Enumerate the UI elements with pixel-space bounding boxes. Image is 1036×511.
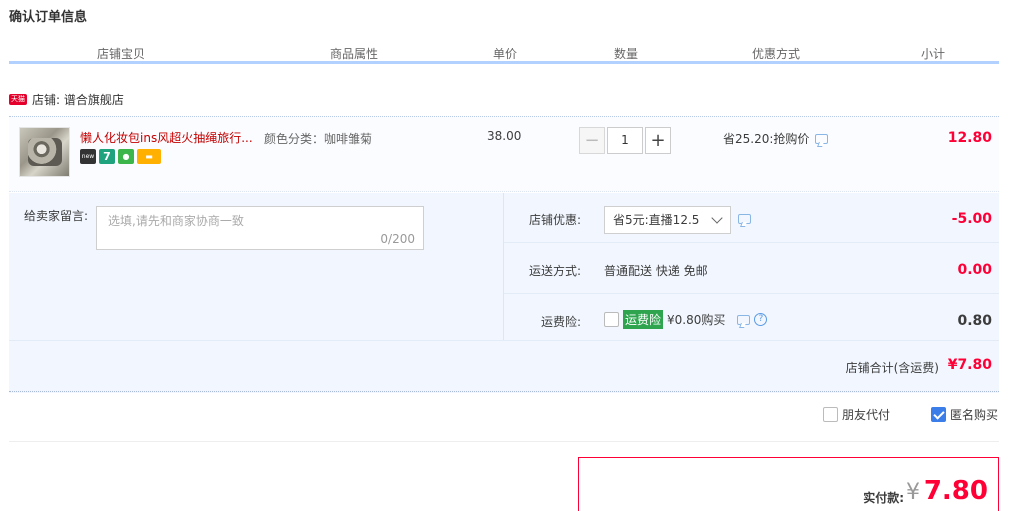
chevron-down-icon bbox=[711, 212, 723, 224]
tmall-icon: 天猫 bbox=[9, 93, 27, 105]
insurance-row: 运费险: 运费险 ¥0.80购买 ? 0.80 bbox=[504, 295, 999, 340]
decrease-quantity-button[interactable]: − bbox=[579, 127, 605, 154]
product-attribute: 颜色分类：咖啡雏菊 bbox=[264, 132, 373, 146]
insurance-tag: 运费险 bbox=[623, 310, 664, 329]
shop-discount-row: 店铺优惠: 省5元:直播12.5 -5.00 bbox=[504, 193, 999, 243]
shipping-row: 运送方式: 普通配送 快递 免邮 0.00 bbox=[504, 244, 999, 294]
memo-textarea[interactable]: 选填,请先和商家协商一致 0/200 bbox=[96, 206, 424, 250]
item-promo: 省25.20:抢购价 bbox=[723, 130, 829, 147]
friend-pay-option[interactable]: 朋友代付 bbox=[823, 406, 890, 423]
order-item-row: 懒人化妆包ins风超火抽绳旅行... new 7 ● ▬ 颜色分类：咖啡雏菊 3… bbox=[9, 116, 999, 192]
shop-total-row: 店铺合计(含运费) ¥7.80 bbox=[9, 340, 999, 392]
shipping-method: 普通配送 快递 免邮 bbox=[604, 264, 708, 278]
shop-total-label: 店铺合计(含运费) bbox=[845, 361, 939, 375]
seven-day-return-icon: 7 bbox=[99, 149, 115, 164]
col-discount: 优惠方式 bbox=[752, 47, 801, 61]
insurance-amount: 0.80 bbox=[957, 313, 992, 329]
insurance-option: 运费险 ¥0.80购买 ? bbox=[604, 310, 768, 329]
anonymous-option[interactable]: 匿名购买 bbox=[931, 406, 998, 423]
anonymous-checkbox[interactable] bbox=[931, 407, 946, 422]
unit-price: 38.00 bbox=[487, 129, 522, 143]
new-badge-icon: new bbox=[80, 149, 96, 164]
shipping-label: 运送方式: bbox=[528, 264, 581, 278]
payment-value: 7.80 bbox=[923, 476, 988, 506]
table-header: 店铺宝贝 商品属性 单价 数量 优惠方式 小计 bbox=[9, 42, 999, 64]
shop-discount-select[interactable]: 省5元:直播12.5 bbox=[604, 206, 731, 234]
credit-card-icon: ▬ bbox=[137, 149, 161, 164]
payment-summary: 实付款: ¥ 7.80 bbox=[578, 457, 999, 511]
shop-discount-amount: -5.00 bbox=[951, 211, 992, 227]
memo-char-count: 0/200 bbox=[380, 232, 415, 246]
memo-section: 给卖家留言: 选填,请先和商家协商一致 0/200 bbox=[9, 193, 503, 340]
col-quantity: 数量 bbox=[614, 47, 639, 61]
promo-text: 省25.20:抢购价 bbox=[723, 132, 810, 146]
payment-amount: ¥ 7.80 bbox=[906, 476, 988, 506]
col-subtotal: 小计 bbox=[921, 47, 946, 61]
memo-label: 给卖家留言: bbox=[24, 209, 89, 223]
insurance-price: ¥0.80购买 bbox=[667, 313, 726, 327]
product-thumbnail[interactable] bbox=[19, 127, 70, 177]
col-attribute: 商品属性 bbox=[330, 47, 379, 61]
message-bubble-icon[interactable] bbox=[737, 314, 751, 325]
shipping-amount: 0.00 bbox=[957, 262, 992, 278]
col-shop-item: 店铺宝贝 bbox=[97, 47, 146, 61]
order-options-panel: 给卖家留言: 选填,请先和商家协商一致 0/200 店铺优惠: 省5元:直播12… bbox=[9, 193, 999, 393]
increase-quantity-button[interactable]: + bbox=[645, 127, 671, 154]
quantity-input[interactable]: 1 bbox=[607, 127, 643, 154]
product-name-link[interactable]: 懒人化妆包ins风超火抽绳旅行... bbox=[80, 129, 253, 146]
bulb-icon: ● bbox=[118, 149, 134, 164]
payment-label: 实付款: bbox=[863, 491, 904, 505]
shop-name[interactable]: 店铺: 谱合旗舰店 bbox=[32, 91, 124, 108]
divider bbox=[9, 441, 999, 442]
product-badges: new 7 ● ▬ bbox=[80, 149, 161, 164]
message-bubble-icon[interactable] bbox=[738, 214, 751, 224]
insurance-checkbox[interactable] bbox=[604, 312, 619, 327]
shop-header: 天猫 店铺: 谱合旗舰店 bbox=[9, 90, 124, 108]
shop-discount-selected: 省5元:直播12.5 bbox=[613, 213, 700, 227]
insurance-label: 运费险: bbox=[540, 315, 581, 329]
memo-placeholder: 选填,请先和商家协商一致 bbox=[108, 214, 244, 228]
page-title: 确认订单信息 bbox=[9, 10, 88, 25]
anonymous-label: 匿名购买 bbox=[950, 408, 999, 422]
message-bubble-icon[interactable] bbox=[815, 133, 829, 144]
currency-symbol: ¥ bbox=[906, 480, 921, 505]
shop-discount-label: 店铺优惠: bbox=[528, 213, 581, 227]
friend-pay-label: 朋友代付 bbox=[842, 408, 891, 422]
quantity-stepper: − 1 + bbox=[579, 127, 671, 154]
friend-pay-checkbox[interactable] bbox=[823, 407, 838, 422]
help-icon[interactable]: ? bbox=[754, 313, 768, 326]
col-unit-price: 单价 bbox=[493, 47, 518, 61]
shop-total-amount: ¥7.80 bbox=[947, 357, 992, 373]
item-subtotal: 12.80 bbox=[947, 130, 992, 146]
